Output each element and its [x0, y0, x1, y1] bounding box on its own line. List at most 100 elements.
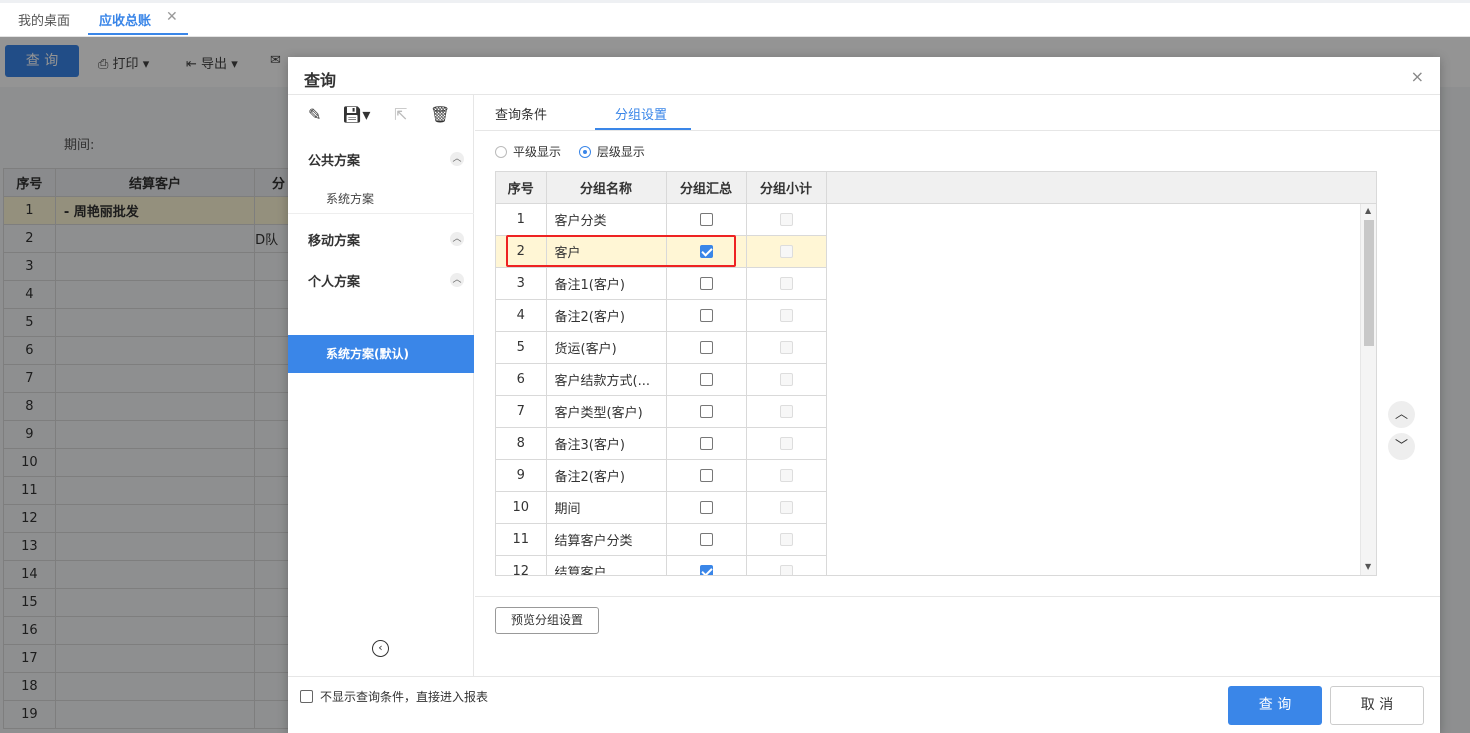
- table-row[interactable]: 1 客户分类: [496, 203, 827, 236]
- chevron-up-icon: ︿: [1394, 407, 1408, 422]
- group-name: 客户结款方式(...: [546, 363, 667, 396]
- group-sum-checkbox[interactable]: [699, 564, 713, 575]
- grid-header-filler: [826, 172, 1376, 204]
- group-name: 客户类型(客户): [546, 395, 667, 428]
- group-sum-checkbox[interactable]: [699, 404, 713, 418]
- scroll-down-icon[interactable]: ▼: [1365, 562, 1371, 571]
- divider: [475, 130, 1440, 131]
- divider: [288, 676, 1440, 677]
- table-row[interactable]: 3 备注1(客户): [496, 267, 827, 300]
- group-sum-checkbox[interactable]: [699, 244, 713, 258]
- group-sum-cell: [666, 523, 747, 556]
- collapse-panel-icon[interactable]: ‹: [372, 640, 389, 657]
- chevron-up-icon[interactable]: ︿: [450, 232, 464, 246]
- share-icon[interactable]: ⇱: [394, 105, 407, 124]
- group-sum-cell: [666, 459, 747, 492]
- group-subtotal-cell: [746, 299, 827, 332]
- table-row[interactable]: 7 客户类型(客户): [496, 395, 827, 428]
- group-subtotal-checkbox[interactable]: [779, 276, 793, 290]
- tab-receivables-ledger[interactable]: 应收总账: [99, 10, 151, 29]
- row-number: 9: [496, 459, 547, 492]
- display-mode-radios: 平级显示 层级显示: [495, 143, 659, 160]
- group-subtotal-checkbox[interactable]: [779, 372, 793, 386]
- group-subtotal-checkbox[interactable]: [779, 340, 793, 354]
- group-subtotal-cell: [746, 523, 827, 556]
- chevron-down-icon: ﹀: [1394, 439, 1408, 454]
- skip-conditions-checkbox[interactable]: [300, 690, 313, 703]
- group-subtotal-cell: [746, 267, 827, 300]
- radio-flat[interactable]: [495, 146, 507, 158]
- group-subtotal-checkbox[interactable]: [779, 212, 793, 226]
- group-personal-schemes[interactable]: 个人方案: [308, 271, 360, 290]
- group-sum-cell: [666, 267, 747, 300]
- trash-icon[interactable]: 🗑︎: [430, 105, 450, 124]
- table-row[interactable]: 6 客户结款方式(...: [496, 363, 827, 396]
- group-subtotal-checkbox[interactable]: [779, 468, 793, 482]
- table-row[interactable]: 12 结算客户: [496, 555, 827, 575]
- group-subtotal-checkbox[interactable]: [779, 436, 793, 450]
- vertical-scrollbar[interactable]: ▲ ▼: [1360, 204, 1376, 575]
- group-name: 结算客户: [546, 555, 667, 575]
- preview-group-settings-button[interactable]: 预览分组设置: [495, 607, 599, 634]
- group-name: 货运(客户): [546, 331, 667, 364]
- row-number: 8: [496, 427, 547, 460]
- row-number: 7: [496, 395, 547, 428]
- group-mobile-schemes[interactable]: 移动方案: [308, 230, 360, 249]
- move-down-button[interactable]: ﹀: [1388, 433, 1415, 460]
- group-subtotal-checkbox[interactable]: [779, 244, 793, 258]
- group-sum-checkbox[interactable]: [699, 340, 713, 354]
- group-sum-cell: [666, 235, 747, 268]
- group-sum-checkbox[interactable]: [699, 276, 713, 290]
- top-tab-bar: 我的桌面 应收总账 ✕: [0, 0, 1470, 37]
- tab-query-conditions[interactable]: 查询条件: [495, 104, 547, 123]
- group-public-schemes[interactable]: 公共方案: [308, 150, 360, 169]
- group-subtotal-checkbox[interactable]: [779, 564, 793, 575]
- close-icon[interactable]: ×: [1411, 67, 1424, 86]
- cancel-button[interactable]: 取 消: [1330, 686, 1424, 725]
- scheme-item-system-default[interactable]: 系统方案(默认): [288, 335, 474, 373]
- group-grid: 序号 分组名称 分组汇总 分组小计 1 客户分类 2 客户 3 备注1(客户) 4 备注2(客…: [495, 171, 1377, 576]
- table-row[interactable]: 2 客户: [496, 235, 827, 268]
- group-subtotal-checkbox[interactable]: [779, 404, 793, 418]
- radio-hierarchical[interactable]: [578, 146, 591, 158]
- skip-conditions-option[interactable]: 不显示查询条件，直接进入报表: [300, 688, 488, 705]
- group-subtotal-checkbox[interactable]: [779, 308, 793, 322]
- group-sum-checkbox[interactable]: [699, 532, 713, 546]
- save-icon[interactable]: 💾︎▾: [342, 105, 370, 124]
- table-row[interactable]: 11 结算客户分类: [496, 523, 827, 556]
- tab-group-settings[interactable]: 分组设置: [615, 104, 667, 123]
- scroll-up-icon[interactable]: ▲: [1365, 206, 1371, 215]
- scrollbar-thumb[interactable]: [1364, 220, 1374, 346]
- group-subtotal-cell: [746, 203, 827, 236]
- row-number: 3: [496, 267, 547, 300]
- group-sum-checkbox[interactable]: [699, 500, 713, 514]
- group-sum-checkbox[interactable]: [699, 436, 713, 450]
- group-sum-checkbox[interactable]: [699, 372, 713, 386]
- group-sum-checkbox[interactable]: [699, 308, 713, 322]
- table-row[interactable]: 9 备注2(客户): [496, 459, 827, 492]
- group-name: 备注3(客户): [546, 427, 667, 460]
- move-up-button[interactable]: ︿: [1388, 401, 1415, 428]
- group-name: 备注2(客户): [546, 299, 667, 332]
- group-subtotal-checkbox[interactable]: [779, 500, 793, 514]
- group-subtotal-checkbox[interactable]: [779, 532, 793, 546]
- row-number: 4: [496, 299, 547, 332]
- tab-desktop[interactable]: 我的桌面: [18, 10, 70, 29]
- query-submit-button[interactable]: 查 询: [1228, 686, 1322, 725]
- column-header: 分组名称: [546, 172, 667, 204]
- radio-label: 平级显示: [513, 145, 562, 159]
- table-row[interactable]: 10 期间: [496, 491, 827, 524]
- table-row[interactable]: 8 备注3(客户): [496, 427, 827, 460]
- divider: [475, 596, 1440, 597]
- group-sum-checkbox[interactable]: [699, 468, 713, 482]
- chevron-up-icon[interactable]: ︿: [450, 152, 464, 166]
- close-icon[interactable]: ✕: [166, 9, 178, 25]
- scheme-item-system[interactable]: 系统方案: [326, 190, 374, 207]
- edit-icon[interactable]: ✎: [308, 105, 321, 124]
- table-row[interactable]: 4 备注2(客户): [496, 299, 827, 332]
- group-sum-cell: [666, 491, 747, 524]
- group-sum-cell: [666, 203, 747, 236]
- table-row[interactable]: 5 货运(客户): [496, 331, 827, 364]
- group-sum-checkbox[interactable]: [699, 212, 713, 226]
- chevron-up-icon[interactable]: ︿: [450, 273, 464, 287]
